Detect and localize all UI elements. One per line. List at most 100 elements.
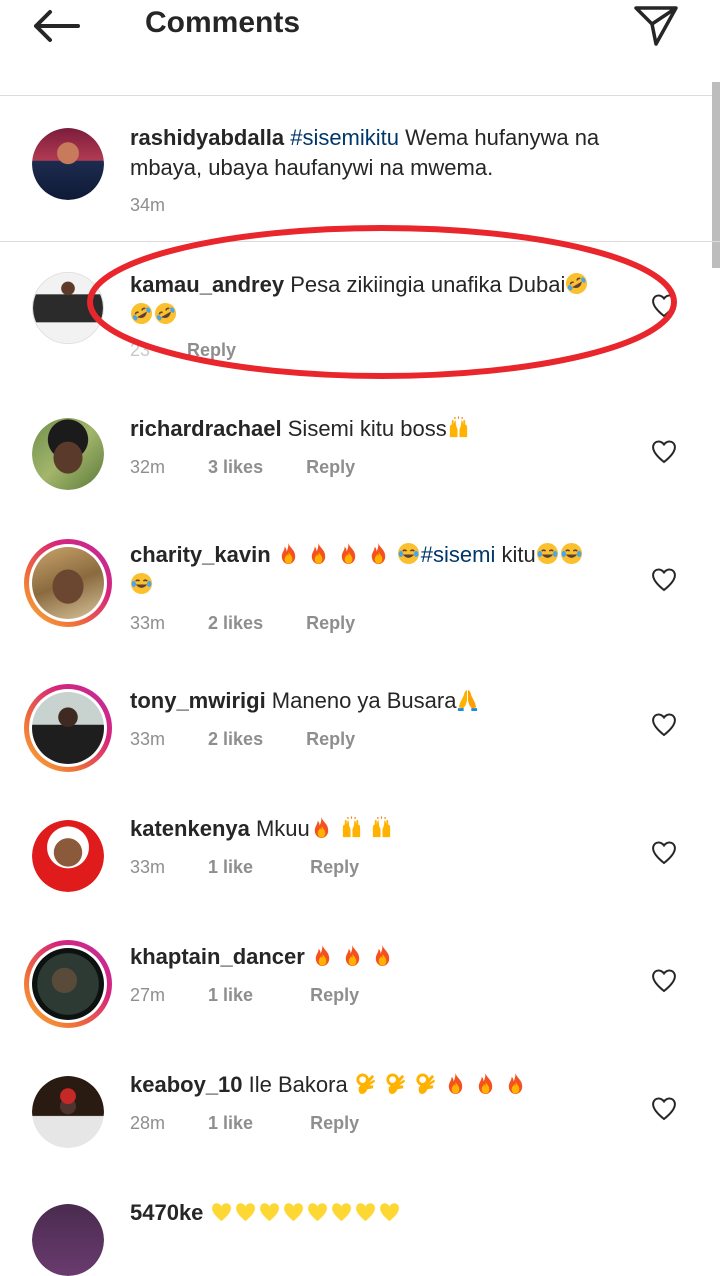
like-heart-icon[interactable] (650, 292, 678, 318)
comment-body: Mkuu (249, 816, 310, 841)
reply-button[interactable]: Reply (187, 340, 236, 361)
like-heart-icon[interactable] (650, 839, 678, 865)
yellow-heart-icon (378, 1200, 401, 1223)
comment-hashtag[interactable]: #sisemi (421, 542, 496, 567)
fire-icon (311, 944, 334, 967)
like-heart-icon[interactable] (650, 967, 678, 993)
avatar[interactable] (32, 272, 104, 344)
avatar[interactable] (24, 684, 112, 772)
comment-text: kamau_andrey Pesa zikiingia unafika Duba… (130, 270, 635, 330)
yellow-heart-icon (354, 1200, 377, 1223)
raising-hands-icon (447, 416, 470, 439)
comment-item: khaptain_dancer 27m 1 like Reply (0, 918, 720, 1046)
likes-count[interactable]: 2 likes (208, 729, 263, 750)
post-caption: rashidyabdalla #sisemikitu Wema hufanywa… (0, 97, 720, 242)
comment-item: katenkenya Mkuu 33m 1 like Reply (0, 790, 720, 918)
avatar[interactable] (32, 418, 104, 490)
likes-count[interactable]: 1 like (208, 985, 253, 1006)
comment-username[interactable]: tony_mwirigi (130, 688, 266, 713)
comment-time: 27m (130, 985, 166, 1005)
avatar[interactable] (32, 1076, 104, 1148)
fire-icon (277, 542, 300, 565)
like-heart-icon[interactable] (650, 566, 678, 592)
fire-icon (371, 944, 394, 967)
comment-text: 5470ke (130, 1198, 635, 1228)
joy-icon (397, 542, 420, 565)
comment-text: charity_kavin #sisemi kitu (130, 540, 635, 600)
yellow-heart-icon (234, 1200, 257, 1223)
likes-count[interactable]: 1 like (208, 1113, 253, 1134)
raising-hands-icon (370, 816, 393, 839)
caption-time: 34m (130, 195, 166, 215)
comment-username[interactable]: keaboy_10 (130, 1072, 243, 1097)
avatar[interactable] (24, 940, 112, 1028)
reply-button[interactable]: Reply (310, 985, 359, 1006)
avatar[interactable] (32, 820, 104, 892)
comment-text: katenkenya Mkuu (130, 814, 635, 844)
send-icon[interactable] (630, 2, 682, 50)
ok-hand-icon (414, 1072, 437, 1095)
comment-item: keaboy_10 Ile Bakora 28m 1 like Reply (0, 1046, 720, 1174)
comment-item: 5470ke (0, 1174, 720, 1276)
avatar[interactable] (24, 539, 112, 627)
comment-item: charity_kavin #sisemi kitu 33m 2 likes R… (0, 512, 720, 662)
comment-meta: 27m 1 like Reply (130, 985, 359, 1006)
joy-icon (130, 572, 153, 595)
page-title: Comments (145, 6, 301, 39)
comment-username[interactable]: 5470ke (130, 1200, 203, 1225)
fire-icon (337, 542, 360, 565)
raising-hands-icon (340, 816, 363, 839)
reply-button[interactable]: Reply (306, 457, 355, 478)
comment-username[interactable]: khaptain_dancer (130, 944, 305, 969)
reply-button[interactable]: Reply (310, 857, 359, 878)
like-heart-icon[interactable] (650, 438, 678, 464)
likes-count[interactable]: 1 like (208, 857, 253, 878)
reply-button[interactable]: Reply (310, 1113, 359, 1134)
comment-text: richardrachael Sisemi kitu boss (130, 414, 635, 444)
rofl-icon (154, 302, 177, 325)
fire-icon (367, 542, 390, 565)
rofl-icon (130, 302, 153, 325)
comment-time: 33m (130, 857, 166, 877)
joy-icon (560, 542, 583, 565)
comment-time: 32m (130, 457, 166, 477)
comment-body: Maneno ya Busara (265, 688, 457, 713)
comment-time: 33m (130, 613, 166, 633)
comment-time: 28m (130, 1113, 166, 1133)
comment-item: tony_mwirigi Maneno ya Busara 33m 2 like… (0, 662, 720, 790)
comment-time: 33m (130, 729, 166, 749)
comment-item: kamau_andrey Pesa zikiingia unafika Duba… (0, 242, 720, 382)
comment-body: Ile Bakora (242, 1072, 354, 1097)
reply-button[interactable]: Reply (306, 613, 355, 634)
caption-meta: 34m (130, 195, 165, 216)
comment-meta: 32m 3 likes Reply (130, 457, 355, 478)
yellow-heart-icon (282, 1200, 305, 1223)
caption-username[interactable]: rashidyabdalla (130, 125, 284, 150)
fire-icon (341, 944, 364, 967)
comment-username[interactable]: richardrachael (130, 416, 282, 441)
joy-icon (536, 542, 559, 565)
comment-body: kitu (495, 542, 536, 567)
back-arrow-icon[interactable] (28, 4, 84, 48)
like-heart-icon[interactable] (650, 1095, 678, 1121)
likes-count[interactable]: 3 likes (208, 457, 263, 478)
fire-icon (307, 542, 330, 565)
avatar[interactable] (32, 128, 104, 200)
comment-meta: 33m 2 likes Reply (130, 613, 355, 634)
comment-text: khaptain_dancer (130, 942, 635, 972)
avatar[interactable] (32, 1204, 104, 1276)
yellow-heart-icon (306, 1200, 329, 1223)
comment-meta: 23 Reply (130, 340, 236, 361)
yellow-heart-icon (210, 1200, 233, 1223)
comment-text: tony_mwirigi Maneno ya Busara (130, 686, 635, 716)
comment-text: keaboy_10 Ile Bakora (130, 1070, 635, 1100)
comment-username[interactable]: charity_kavin (130, 542, 271, 567)
caption-hashtag[interactable]: #sisemikitu (290, 125, 399, 150)
likes-count[interactable]: 2 likes (208, 613, 263, 634)
comment-username[interactable]: katenkenya (130, 816, 250, 841)
reply-button[interactable]: Reply (306, 729, 355, 750)
like-heart-icon[interactable] (650, 711, 678, 737)
fire-icon (444, 1072, 467, 1095)
comment-username[interactable]: kamau_andrey (130, 272, 284, 297)
folded-hands-icon (456, 688, 479, 711)
